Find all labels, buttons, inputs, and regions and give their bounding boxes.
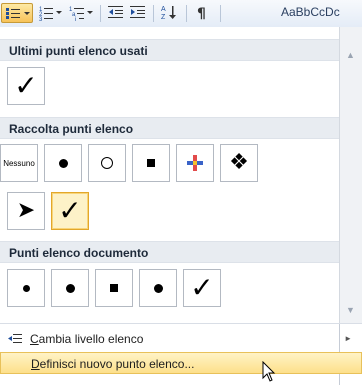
filled-square-icon bbox=[147, 159, 155, 167]
bullets-icon bbox=[6, 8, 30, 19]
sort-az-icon: A Z bbox=[161, 6, 176, 21]
svg-text:Z: Z bbox=[161, 14, 166, 21]
bullet-doc-filled-circle[interactable] bbox=[51, 269, 89, 307]
define-new-bullet-label: Definisci nuovo punto elenco... bbox=[31, 357, 195, 371]
checkmark-icon: ✓ bbox=[14, 69, 38, 102]
bullet-doc-check[interactable]: ✓ bbox=[183, 269, 221, 307]
bullet-filled-circle[interactable] bbox=[44, 144, 82, 182]
bullet-none[interactable]: Nessuno bbox=[0, 144, 38, 182]
menu-item-define-new-bullet[interactable]: Definisci nuovo punto elenco... bbox=[0, 352, 362, 374]
bullet-doc-filled-square[interactable] bbox=[95, 269, 133, 307]
style-gallery-preview[interactable]: AaBbCcDc bbox=[281, 5, 361, 24]
toolbar-separator bbox=[220, 5, 221, 22]
bullet-filled-square[interactable] bbox=[132, 144, 170, 182]
section-header-library: Raccolta punti elenco bbox=[0, 117, 339, 139]
svg-text:i: i bbox=[75, 17, 76, 21]
bullets-button[interactable] bbox=[1, 3, 33, 23]
toolbar-separator bbox=[186, 5, 187, 22]
svg-text:A: A bbox=[161, 6, 166, 13]
filled-circle-icon bbox=[58, 158, 68, 168]
filled-circle-icon bbox=[153, 283, 163, 293]
section-header-document: Punti elenco documento bbox=[0, 241, 339, 263]
svg-text:¶: ¶ bbox=[197, 6, 206, 21]
pilcrow-icon: ¶ bbox=[197, 6, 206, 21]
sort-button[interactable]: A Z bbox=[159, 3, 181, 23]
checkmark-icon: ✓ bbox=[190, 271, 214, 304]
bullet-doc-small-dot[interactable] bbox=[7, 269, 45, 307]
filled-square-icon bbox=[110, 284, 118, 292]
multilevel-list-button[interactable]: 1 a i bbox=[67, 3, 97, 23]
show-formatting-button[interactable]: ¶ bbox=[192, 3, 212, 23]
mouse-pointer-icon bbox=[262, 361, 276, 382]
ribbon-paragraph-toolbar: 1 2 3 1 a i A Z ¶ AaBbCcDc bbox=[0, 0, 362, 28]
list-level-icon bbox=[8, 334, 22, 343]
small-dot-icon bbox=[22, 284, 30, 292]
multilevel-list-icon: 1 a i bbox=[69, 7, 93, 21]
toolbar-separator bbox=[100, 5, 101, 22]
checkmark-icon: ✓ bbox=[58, 194, 82, 227]
increase-indent-button[interactable] bbox=[128, 3, 148, 23]
scroll-up-arrow-icon[interactable]: ▲ bbox=[343, 48, 358, 63]
svg-text:3: 3 bbox=[39, 17, 43, 21]
scroll-down-arrow-icon[interactable]: ▼ bbox=[343, 303, 358, 318]
toolbar-separator bbox=[153, 5, 154, 22]
vertical-scrollbar[interactable] bbox=[339, 27, 362, 323]
bullet-recent-check[interactable]: ✓ bbox=[7, 67, 45, 105]
decrease-indent-icon bbox=[108, 6, 123, 18]
menu-divider bbox=[0, 323, 362, 324]
bullet-checkmark-selected[interactable]: ✓ bbox=[51, 192, 89, 230]
numbering-button[interactable]: 1 2 3 bbox=[37, 3, 65, 23]
section-header-recent: Ultimi punti elenco usati bbox=[0, 39, 339, 61]
colored-plus-icon bbox=[187, 155, 203, 171]
menu-item-change-list-level[interactable]: Cambia livello elenco ► bbox=[0, 328, 362, 350]
submenu-arrow-icon: ► bbox=[344, 334, 352, 343]
bullet-doc-filled-circle-2[interactable] bbox=[139, 269, 177, 307]
hollow-circle-icon bbox=[101, 157, 113, 169]
filled-circle-icon bbox=[65, 283, 75, 293]
increase-indent-icon bbox=[130, 6, 145, 18]
bullet-none-label: Nessuno bbox=[3, 158, 35, 168]
bullet-hollow-circle[interactable] bbox=[88, 144, 126, 182]
numbering-icon: 1 2 3 bbox=[39, 7, 62, 21]
bullet-colored-plus[interactable] bbox=[176, 144, 214, 182]
decrease-indent-button[interactable] bbox=[106, 3, 126, 23]
bullet-diamonds[interactable]: ❖ bbox=[220, 144, 258, 182]
change-list-level-label: Cambia livello elenco bbox=[30, 332, 144, 346]
four-diamonds-icon: ❖ bbox=[229, 150, 249, 175]
bullet-arrowhead[interactable]: ➤ bbox=[7, 192, 45, 230]
arrowhead-icon: ➤ bbox=[16, 198, 36, 223]
